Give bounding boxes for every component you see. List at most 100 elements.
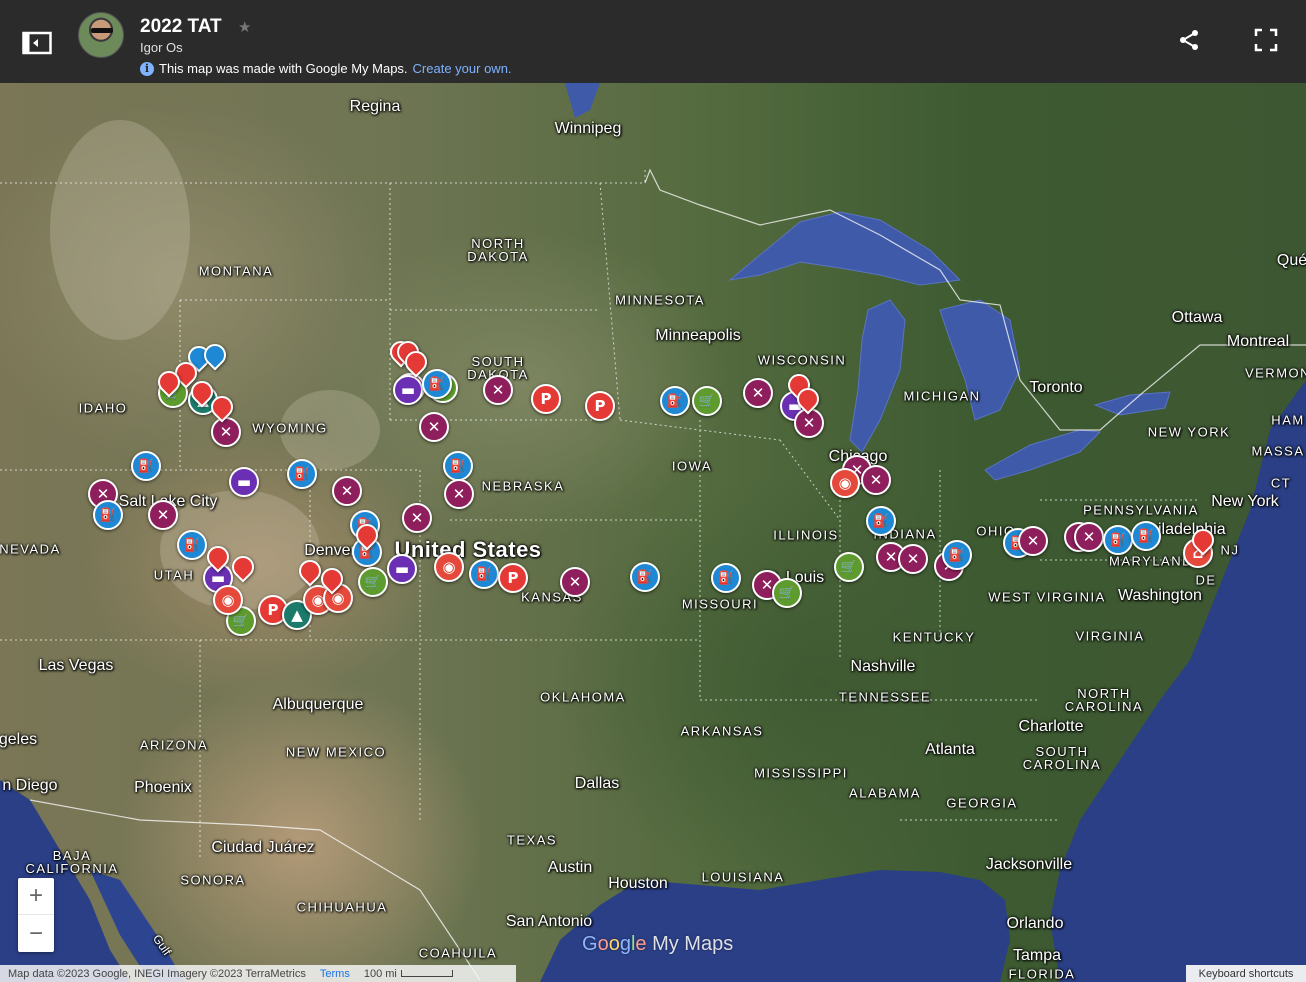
state-label-florida: FLORIDA	[1008, 966, 1076, 982]
restaurant-marker[interactable]: ✕	[332, 476, 362, 506]
gas-marker[interactable]: ⛽	[443, 451, 473, 481]
state-label-coahuila: COAHUILA	[418, 945, 498, 961]
scale-indicator[interactable]: 100 mi	[364, 968, 453, 980]
terms-link[interactable]: Terms	[320, 968, 350, 980]
city-label-denver: Denver	[304, 542, 356, 559]
state-label-oklahoma: OKLAHOMA	[540, 689, 626, 705]
share-icon[interactable]	[1177, 28, 1201, 52]
shopping-marker[interactable]: 🛒	[692, 386, 722, 416]
city-label-dallas: Dallas	[574, 775, 620, 792]
gas-marker[interactable]: ⛽	[469, 559, 499, 589]
city-label-san-antonio: San Antonio	[505, 913, 593, 930]
city-label-nashville: Nashville	[850, 658, 916, 675]
restaurant-marker[interactable]: ✕	[211, 417, 241, 447]
city-label-phoenix: Phoenix	[134, 779, 192, 796]
city-label-ciudad-ju-rez: Ciudad Juárez	[211, 839, 315, 856]
city-label-regina: Regina	[349, 98, 401, 115]
city-label-geles: geles	[0, 731, 38, 748]
lake-erie	[984, 429, 1102, 481]
city-label-minneapolis: Minneapolis	[655, 327, 741, 344]
state-label-illinois: ILLINOIS	[773, 527, 839, 543]
country-label: United States	[394, 537, 542, 562]
state-label-sonora: SONORA	[180, 872, 246, 888]
restaurant-marker[interactable]: ✕	[898, 544, 928, 574]
state-label-iowa: IOWA	[671, 458, 713, 474]
gas-marker[interactable]: ⛽	[1131, 521, 1161, 551]
gas-marker[interactable]: ⛽	[1103, 525, 1133, 555]
restaurant-marker[interactable]: ✕	[483, 375, 513, 405]
state-label-wisconsin: WISCONSIN	[757, 352, 847, 368]
zoom-in-button[interactable]: +	[18, 878, 54, 915]
gas-marker[interactable]: ⛽	[942, 540, 972, 570]
state-label-new-york: NEW YORK	[1147, 424, 1231, 440]
city-label-winnipeg: Winnipeg	[554, 120, 622, 137]
restaurant-marker[interactable]: ✕	[148, 500, 178, 530]
restaurant-marker[interactable]: ✕	[419, 412, 449, 442]
keyboard-shortcuts-button[interactable]: Keyboard shortcuts	[1186, 965, 1306, 982]
state-label-texas: TEXAS	[506, 832, 558, 848]
map-canvas[interactable]: Regina Winnipeg Minneapolis Toronto Ottawa Mo…	[0, 83, 1306, 982]
zoom-control: + −	[18, 878, 54, 952]
city-label-ottawa: Ottawa	[1171, 309, 1223, 326]
restaurant-marker[interactable]: ✕	[861, 465, 891, 495]
restaurant-marker[interactable]: ✕	[402, 503, 432, 533]
state-label-nj: NJ	[1220, 542, 1240, 558]
fullscreen-icon[interactable]	[1254, 28, 1278, 52]
gas-marker[interactable]: ⛽	[422, 369, 452, 399]
city-label-washington: Washington	[1118, 587, 1202, 604]
photo-marker[interactable]: ◉	[434, 552, 464, 582]
restaurant-marker[interactable]: ✕	[743, 378, 773, 408]
map-attribution-bar: Map data ©2023 Google, INEGI Imagery ©20…	[0, 965, 516, 982]
state-label-tennessee: TENNESSEE	[838, 689, 932, 705]
state-label-alabama: ALABAMA	[849, 785, 921, 801]
photo-marker[interactable]: ◉	[213, 585, 243, 615]
gas-marker[interactable]: ⛽	[711, 563, 741, 593]
city-label-jacksonville: Jacksonville	[985, 856, 1073, 873]
create-your-own-link[interactable]: Create your own.	[413, 61, 512, 76]
state-label-arizona: ARIZONA	[139, 737, 209, 753]
atlantic-ocean	[1050, 380, 1306, 982]
lodging-marker[interactable]: ▬	[387, 554, 417, 584]
state-label-vermon: VERMON	[1244, 365, 1306, 381]
city-label-toronto: Toronto	[1029, 379, 1083, 396]
gas-marker[interactable]: ⛽	[131, 451, 161, 481]
parking-marker[interactable]: P	[585, 391, 615, 421]
city-label-qu-: Qué	[1276, 252, 1306, 269]
star-icon[interactable]: ★	[238, 18, 251, 36]
parking-marker[interactable]: P	[498, 563, 528, 593]
parking-marker[interactable]: P	[531, 384, 561, 414]
state-label-west-virginia: WEST VIRGINIA	[988, 589, 1106, 605]
restaurant-marker[interactable]: ✕	[560, 567, 590, 597]
state-label-maryland: MARYLAND	[1108, 553, 1194, 569]
sidebar-toggle-icon[interactable]	[22, 30, 52, 56]
author-avatar	[78, 12, 124, 58]
gas-marker[interactable]: ⛽	[177, 530, 207, 560]
gas-marker[interactable]: ⛽	[93, 500, 123, 530]
restaurant-marker[interactable]: ✕	[1074, 522, 1104, 552]
state-label-idaho: IDAHO	[78, 400, 128, 416]
state-label-minnesota: MINNESOTA	[615, 292, 705, 308]
gas-marker[interactable]: ⛽	[630, 562, 660, 592]
state-label-de: DE	[1195, 572, 1217, 588]
gas-marker[interactable]: ⛽	[287, 459, 317, 489]
lodging-marker[interactable]: ▬	[393, 375, 423, 405]
shopping-marker[interactable]: 🛒	[358, 567, 388, 597]
city-label-houston: Houston	[608, 875, 668, 892]
map-header: 2022 TAT ★ Igor Os i This map was made w…	[0, 0, 1306, 83]
restaurant-marker[interactable]: ✕	[1018, 526, 1048, 556]
city-label-n-diego: n Diego	[2, 777, 58, 794]
city-label-orlando: Orlando	[1006, 915, 1064, 932]
city-label-las-vegas: Las Vegas	[38, 657, 114, 674]
restaurant-marker[interactable]: ✕	[444, 479, 474, 509]
shopping-marker[interactable]: 🛒	[834, 552, 864, 582]
shopping-marker[interactable]: 🛒	[772, 578, 802, 608]
city-label-austin: Austin	[547, 859, 593, 876]
gas-marker[interactable]: ⛽	[660, 386, 690, 416]
state-label-michigan: MICHIGAN	[903, 388, 981, 404]
state-label-north-dakota: NORTH DAKOTA	[467, 236, 529, 264]
city-label-charlotte: Charlotte	[1018, 718, 1084, 735]
photo-marker[interactable]: ◉	[830, 468, 860, 498]
gas-marker[interactable]: ⛽	[866, 506, 896, 536]
lodging-marker[interactable]: ▬	[229, 467, 259, 497]
zoom-out-button[interactable]: −	[18, 915, 54, 952]
